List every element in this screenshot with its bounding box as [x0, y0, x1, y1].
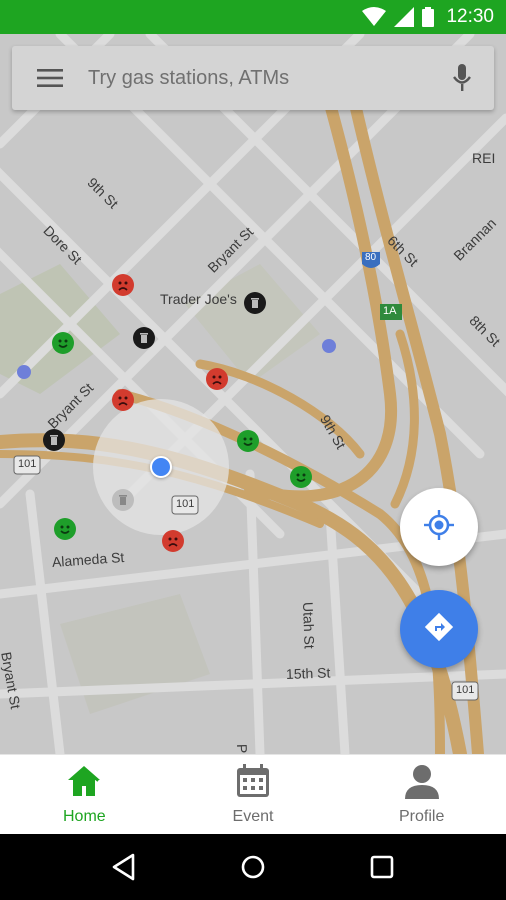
sad-face-icon[interactable]: [206, 368, 228, 390]
status-bar: 12:30: [0, 0, 506, 34]
trash-can-icon[interactable]: [112, 489, 134, 511]
recents-icon[interactable]: [352, 837, 412, 897]
nav-label-event: Event: [232, 808, 274, 825]
happy-face-icon[interactable]: [54, 518, 76, 540]
exit-label-1a: 1A: [383, 305, 397, 317]
calendar-icon: [235, 763, 271, 804]
street-label-potrero: Potrero: [234, 744, 252, 754]
sad-face-icon[interactable]: [162, 530, 184, 552]
trash-can-icon[interactable]: [133, 327, 155, 349]
nav-item-profile[interactable]: Profile: [337, 755, 506, 834]
nav-label-home: Home: [62, 808, 106, 825]
person-icon: [404, 763, 440, 804]
sad-face-icon[interactable]: [112, 389, 134, 411]
bottom-navigation: Home Event Profile: [0, 754, 506, 834]
nav-label-profile: Profile: [399, 808, 445, 825]
cellular-signal-icon: [394, 7, 415, 27]
search-bar: [12, 46, 494, 110]
search-input[interactable]: [88, 58, 430, 98]
highway-shield-80: 80: [365, 252, 377, 263]
happy-face-icon[interactable]: [52, 332, 74, 354]
poi-label-rei: REI: [472, 150, 496, 166]
poi-label-trader-joes: Trader Joe's: [160, 291, 237, 307]
sad-face-icon[interactable]: [112, 274, 134, 296]
trash-can-icon[interactable]: [244, 292, 266, 314]
my-location-button[interactable]: [400, 488, 478, 566]
street-label-utah-st: Utah St: [300, 601, 318, 649]
nav-item-event[interactable]: Event: [169, 755, 338, 834]
my-location-icon: [424, 509, 454, 545]
trash-can-icon[interactable]: [43, 429, 65, 451]
home-circle-icon[interactable]: [223, 837, 283, 897]
happy-face-icon[interactable]: [290, 466, 312, 488]
current-location-dot: [150, 456, 172, 478]
highway-shield-101-right: 101: [456, 684, 475, 696]
street-label-15th-st: 15th St: [285, 664, 331, 682]
happy-face-icon[interactable]: [237, 430, 259, 452]
hamburger-menu-icon[interactable]: [12, 46, 88, 110]
microphone-icon[interactable]: [430, 46, 494, 110]
nav-item-home[interactable]: Home: [0, 755, 169, 834]
wifi-icon: [362, 7, 387, 27]
highway-shield-101-center: 101: [176, 498, 195, 510]
highway-shield-101-left: 101: [18, 458, 37, 470]
status-time: 12:30: [446, 6, 494, 27]
system-navigation-bar: [0, 834, 506, 900]
battery-icon: [422, 7, 435, 27]
directions-icon: [424, 612, 454, 647]
home-icon: [66, 763, 102, 804]
directions-button[interactable]: [400, 590, 478, 668]
back-icon[interactable]: [94, 837, 154, 897]
